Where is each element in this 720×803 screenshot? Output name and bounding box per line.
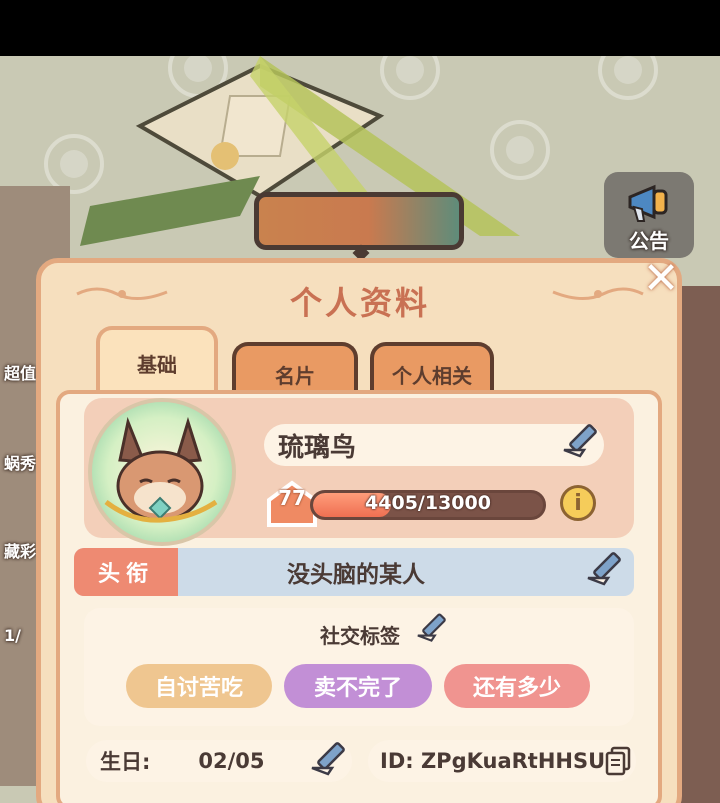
edit-birthday-pencil-icon[interactable] [308,738,354,778]
panel-title: 个人资料 [289,284,430,322]
side-label-snail[interactable]: 蜗秀 [4,450,36,474]
social-tag[interactable]: 卖不完了 [284,664,432,708]
sun-decoration [598,56,658,100]
player-id-field: ID: ZPgKuaRtHHSU [368,740,636,782]
title-row: 头衔 没头脑的某人 [74,548,634,596]
social-tag[interactable]: 自讨苦吃 [126,664,272,708]
fox-avatar-icon [104,416,218,523]
title-label: 头衔 [74,548,178,596]
edit-title-pencil-icon[interactable] [584,548,630,588]
birthday-value: 02/05 [198,749,265,773]
side-label-collection[interactable]: 藏彩 [4,538,36,562]
title-value: 没头脑的某人 [287,562,425,588]
social-tag[interactable]: 还有多少 [444,664,590,708]
player-id: ID: ZPgKuaRtHHSU [380,749,606,773]
avatar[interactable] [88,398,236,546]
side-label-deal[interactable]: 超值 [4,360,36,384]
notice-button[interactable]: 公告 [604,172,694,258]
player-name: 琉璃鸟 [278,432,357,463]
tab-basic[interactable]: 基础 [96,326,218,396]
copy-icon[interactable] [604,746,632,776]
birthday-label: 生日: [100,750,151,774]
edit-tags-pencil-icon[interactable] [414,610,454,644]
close-button[interactable]: ✕ [640,253,682,304]
status-bar [0,0,720,56]
info-button[interactable]: i [560,485,596,521]
megaphone-icon [628,184,668,222]
player-name-field: 琉璃鸟 [264,424,604,466]
notice-label: 公告 [629,229,669,253]
social-tags-heading: 社交标签 [320,624,400,648]
info-icon: i [574,490,582,516]
edit-name-pencil-icon[interactable] [560,420,606,460]
xp-text: 4405/13000 [365,492,491,514]
close-icon: ✕ [642,253,680,304]
weather-banner [254,192,464,250]
